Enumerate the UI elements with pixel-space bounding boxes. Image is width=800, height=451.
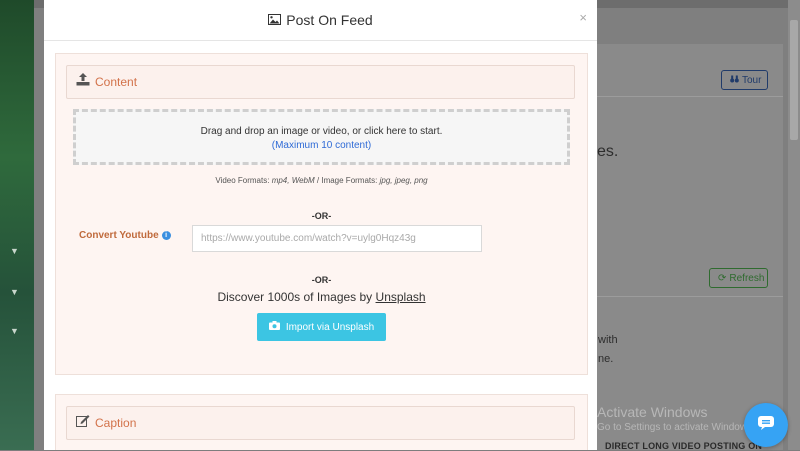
- refresh-button[interactable]: ⟳ Refresh: [709, 268, 768, 288]
- activate-windows-watermark: Activate Windows Go to Settings to activ…: [597, 404, 755, 433]
- content-section-header[interactable]: Content: [66, 65, 575, 99]
- background-text-fragment: ne.: [598, 353, 614, 365]
- caption-panel: Caption: [55, 394, 588, 450]
- dropzone-instructions: Drag and drop an image or video, or clic…: [200, 126, 443, 137]
- image-formats: jpg, jpeg, png: [379, 176, 428, 185]
- caret-down-icon[interactable]: ▼: [10, 287, 19, 297]
- caret-down-icon[interactable]: ▼: [10, 326, 19, 336]
- watermark-subtitle: Go to Settings to activate Windows.: [597, 422, 755, 433]
- image-icon: [268, 12, 282, 28]
- dropzone-limit: (Maximum 10 content): [271, 140, 372, 151]
- youtube-url-input[interactable]: [192, 225, 482, 252]
- modal-title-text: Post On Feed: [286, 12, 373, 28]
- caption-section-label: Caption: [95, 416, 137, 430]
- divider: [597, 96, 783, 97]
- background-text-fragment: with: [598, 334, 618, 346]
- caret-down-icon[interactable]: ▼: [10, 246, 19, 256]
- divider: [597, 296, 783, 297]
- upload-icon: [76, 73, 90, 91]
- background-sidebar: ▼ ▼ ▼: [0, 0, 34, 450]
- scrollbar-thumb[interactable]: [790, 20, 798, 140]
- background-panel: [597, 44, 783, 450]
- chat-icon: [757, 415, 775, 436]
- refresh-label: Refresh: [729, 272, 765, 284]
- discover-text: Discover 1000s of Images by: [217, 290, 373, 304]
- refresh-icon: ⟳: [718, 272, 727, 284]
- media-dropzone[interactable]: Drag and drop an image or video, or clic…: [73, 109, 570, 165]
- supported-formats: Video Formats: mp4, WebM / Image Formats…: [56, 176, 587, 185]
- content-panel: Content Drag and drop an image or video,…: [55, 53, 588, 375]
- binoculars-icon: [730, 75, 739, 86]
- or-divider: -OR-: [311, 275, 332, 285]
- page-scrollbar[interactable]: [788, 0, 800, 450]
- video-formats-label: Video Formats:: [215, 176, 270, 185]
- info-icon[interactable]: i: [161, 231, 171, 240]
- camera-icon: [268, 321, 280, 333]
- video-formats: mp4, WebM: [271, 176, 315, 185]
- image-formats-label: Image Formats:: [321, 176, 378, 185]
- unsplash-link[interactable]: Unsplash: [376, 290, 426, 304]
- tour-label: Tour: [742, 74, 762, 86]
- discover-unsplash-text: Discover 1000s of Images by Unsplash: [56, 290, 587, 304]
- youtube-label-text: Convert Youtube: [79, 230, 159, 241]
- modal-title: Post On Feed: [268, 12, 373, 28]
- post-on-feed-modal: Post On Feed × Content Drag and drop an …: [44, 0, 597, 450]
- content-section-label: Content: [95, 75, 138, 89]
- tour-button[interactable]: Tour: [721, 70, 768, 90]
- or-divider: -OR-: [311, 211, 332, 221]
- import-unsplash-button[interactable]: Import via Unsplash: [257, 313, 386, 341]
- close-icon[interactable]: ×: [579, 10, 587, 25]
- chat-launcher-button[interactable]: [744, 403, 788, 447]
- import-unsplash-label: Import via Unsplash: [285, 321, 375, 333]
- caption-section-header[interactable]: Caption: [66, 406, 575, 440]
- youtube-label: Convert Youtube i: [79, 230, 171, 241]
- watermark-title: Activate Windows: [597, 404, 708, 420]
- background-heading-fragment: es.: [597, 143, 619, 160]
- edit-icon: [76, 414, 90, 432]
- modal-header: Post On Feed ×: [44, 0, 597, 41]
